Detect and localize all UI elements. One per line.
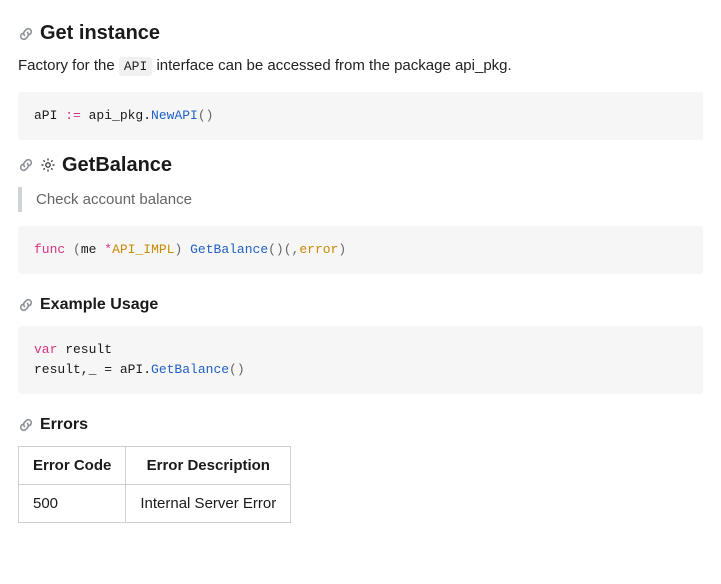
code-token: ()(, (268, 242, 299, 257)
errors-table: Error Code Error Description 500 Interna… (18, 446, 291, 523)
heading-text: GetBalance (62, 154, 172, 177)
code-token: ( (73, 242, 81, 257)
section-title-errors: Errors (18, 416, 703, 434)
code-token: ) (338, 242, 346, 257)
code-block-get-instance: aPI := api_pkg.NewAPI() (18, 92, 703, 140)
table-row: 500 Internal Server Error (19, 485, 291, 523)
get-instance-description: Factory for the API interface can be acc… (18, 55, 703, 78)
code-token: error (299, 242, 338, 257)
code-token: () (229, 362, 245, 377)
inline-code-api: API (119, 57, 152, 76)
desc-text: Check account balance (36, 191, 192, 208)
code-token: GetBalance (190, 242, 268, 257)
code-token: := (65, 108, 81, 123)
anchor-icon[interactable] (18, 417, 34, 433)
heading-text: Get instance (40, 22, 160, 45)
anchor-icon[interactable] (18, 26, 34, 42)
anchor-icon[interactable] (18, 297, 34, 313)
anchor-icon[interactable] (18, 157, 34, 173)
cell-error-desc: Internal Server Error (126, 485, 291, 523)
cell-error-code: 500 (19, 485, 126, 523)
code-token: result,_ = aPI. (34, 362, 151, 377)
code-token: result (57, 342, 119, 357)
para-text-post: interface can be accessed from the packa… (152, 57, 511, 74)
code-token: API_IMPL (112, 242, 174, 257)
code-token: () (198, 108, 214, 123)
heading-text: Errors (40, 416, 88, 434)
code-token: var (34, 342, 57, 357)
section-title-example-usage: Example Usage (18, 296, 703, 314)
para-text-pre: Factory for the (18, 57, 119, 74)
code-block-get-balance-sig: func (me *API_IMPL) GetBalance()(,error) (18, 226, 703, 274)
code-token: api_pkg. (81, 108, 151, 123)
col-header-error-code: Error Code (19, 447, 126, 485)
method-description: Check account balance (18, 187, 703, 212)
heading-text: Example Usage (40, 296, 158, 314)
code-token: me (81, 242, 104, 257)
gear-icon (40, 157, 56, 173)
code-token (65, 242, 73, 257)
code-token: func (34, 242, 65, 257)
code-token: * (104, 242, 112, 257)
code-token: aPI (34, 108, 65, 123)
section-title-get-instance: Get instance (18, 22, 703, 45)
table-header-row: Error Code Error Description (19, 447, 291, 485)
col-header-error-desc: Error Description (126, 447, 291, 485)
code-token: NewAPI (151, 108, 198, 123)
code-token: GetBalance (151, 362, 229, 377)
section-title-get-balance: GetBalance (18, 154, 703, 177)
code-block-example: var result result,_ = aPI.GetBalance() (18, 326, 703, 394)
code-token (182, 242, 190, 257)
